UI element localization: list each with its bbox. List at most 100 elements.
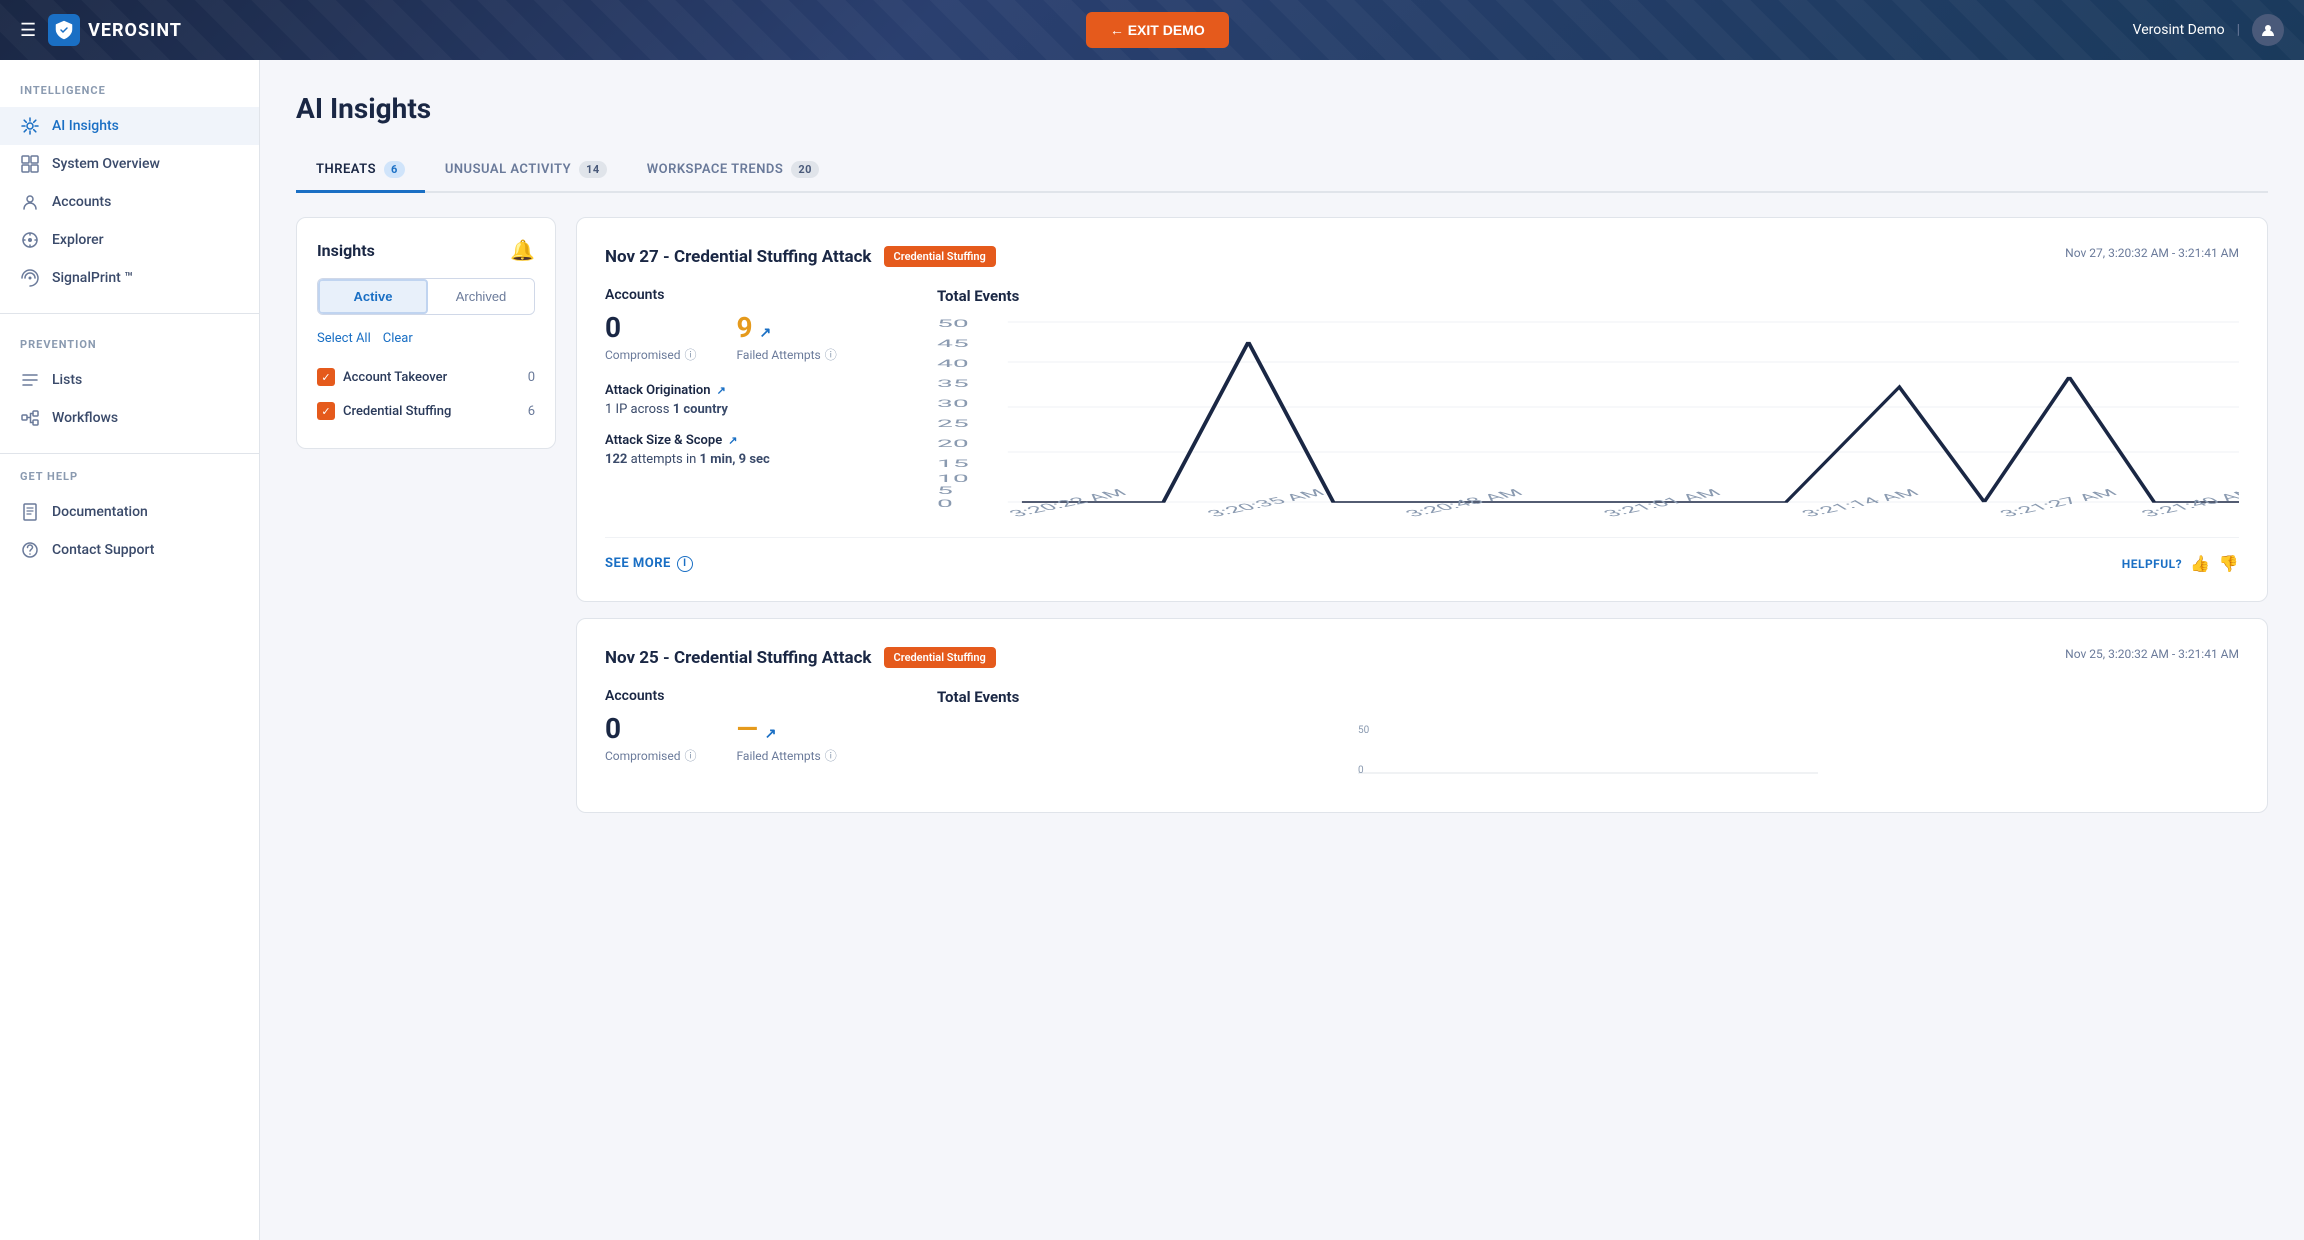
insights-panel: Insights 🔔 Active Archived Select All Cl… xyxy=(296,217,556,449)
total-events-chart: 50 45 40 35 30 25 20 15 10 xyxy=(937,317,2239,517)
attack-origination-ext-icon[interactable]: ↗ xyxy=(717,384,726,397)
helpful-label-1: HELPFUL? xyxy=(2122,557,2182,571)
failed-value: 9 ↗ xyxy=(737,311,837,344)
system-overview-icon xyxy=(20,155,40,173)
workflows-icon xyxy=(20,409,40,427)
user-avatar[interactable] xyxy=(2252,14,2284,46)
exit-demo-button[interactable]: ← EXIT DEMO xyxy=(1086,12,1229,48)
compromised-info-icon[interactable]: ⓘ xyxy=(684,346,696,363)
svg-text:0: 0 xyxy=(1358,765,1364,776)
accounts-label: Accounts xyxy=(52,194,111,210)
card-right-1: Total Events 50 45 40 35 30 xyxy=(937,287,2239,517)
svg-text:25: 25 xyxy=(937,418,969,430)
stat-row-2: 0 Compromised ⓘ — xyxy=(605,712,905,764)
toggle-archived-button[interactable]: Archived xyxy=(428,279,534,314)
topnav-left: ☰ VEROSINT xyxy=(20,14,182,46)
thumbs-up-button-1[interactable]: 👍 xyxy=(2190,554,2210,573)
attack-size-ext-icon[interactable]: ↗ xyxy=(728,434,737,447)
page-title: AI Insights xyxy=(296,92,2268,125)
signalprint-icon xyxy=(20,269,40,287)
checkbox-icon-1: ✓ xyxy=(317,368,335,386)
card-body-2: Accounts 0 Compromised ⓘ xyxy=(605,688,2239,784)
checkbox-icon-2: ✓ xyxy=(317,402,335,420)
compromised-value-2: 0 xyxy=(605,712,697,745)
tabs-row: THREATS 6 UNUSUAL ACTIVITY 14 WORKSPACE … xyxy=(296,149,2268,193)
sidebar-item-documentation[interactable]: Documentation xyxy=(0,493,259,531)
clear-link[interactable]: Clear xyxy=(383,331,413,346)
card-time-2: Nov 25, 3:20:32 AM - 3:21:41 AM xyxy=(2065,647,2239,661)
compromised-value: 0 xyxy=(605,311,697,344)
card-title-1: Nov 27 - Credential Stuffing Attack xyxy=(605,247,872,267)
attack-origination-label: Attack Origination ↗ xyxy=(605,383,905,398)
compromised-info-icon-2[interactable]: ⓘ xyxy=(684,747,696,764)
card-body-1: Accounts 0 Compromised ⓘ xyxy=(605,287,2239,517)
thumbs-down-button-1[interactable]: 👎 xyxy=(2219,554,2239,573)
sidebar-item-signalprint[interactable]: SignalPrint ™ xyxy=(0,259,259,297)
failed-value-2: — ↗ xyxy=(737,712,837,745)
bell-icon[interactable]: 🔔 xyxy=(510,238,535,262)
hamburger-icon[interactable]: ☰ xyxy=(20,20,36,41)
insights-header: Insights 🔔 xyxy=(317,238,535,262)
attack-size-label: Attack Size & Scope ↗ xyxy=(605,433,905,448)
svg-text:0: 0 xyxy=(937,498,953,510)
checkbox-credential-stuffing[interactable]: ✓ Credential Stuffing 6 xyxy=(317,394,535,428)
tab-threats-badge: 6 xyxy=(384,161,405,178)
accounts-stat-label: Accounts xyxy=(605,287,905,303)
logo: VEROSINT xyxy=(48,14,182,46)
tab-workspace-label: WORKSPACE TRENDS xyxy=(647,162,784,177)
select-all-link[interactable]: Select All xyxy=(317,331,371,346)
failed-attempts-stat: 9 ↗ Failed Attempts ⓘ xyxy=(737,311,837,363)
chart-container-1: 50 45 40 35 30 25 20 15 10 xyxy=(937,317,2239,517)
sidebar-item-accounts[interactable]: Accounts xyxy=(0,183,259,221)
svg-text:35: 35 xyxy=(937,378,969,390)
card-title-2: Nov 25 - Credential Stuffing Attack xyxy=(605,648,872,668)
toggle-active-button[interactable]: Active xyxy=(318,279,428,314)
failed-label-2: Failed Attempts ⓘ xyxy=(737,747,837,764)
compromised-label-2: Compromised ⓘ xyxy=(605,747,697,764)
checkbox-account-takeover[interactable]: ✓ Account Takeover 0 xyxy=(317,360,535,394)
card-header-2: Nov 25 - Credential Stuffing Attack Cred… xyxy=(605,647,2239,668)
compromised-stat: 0 Compromised ⓘ xyxy=(605,311,697,363)
tab-unusual-label: UNUSUAL ACTIVITY xyxy=(445,162,571,177)
card-time-1: Nov 27, 3:20:32 AM - 3:21:41 AM xyxy=(2065,246,2239,260)
insight-card-1: Nov 27 - Credential Stuffing Attack Cred… xyxy=(576,217,2268,602)
logo-shield-icon xyxy=(48,14,80,46)
checkbox-count-2: 6 xyxy=(528,404,535,419)
card-header-1: Nov 27 - Credential Stuffing Attack Cred… xyxy=(605,246,2239,267)
sidebar-item-lists[interactable]: Lists xyxy=(0,361,259,399)
lists-label: Lists xyxy=(52,372,82,388)
lists-icon xyxy=(20,371,40,389)
tab-unusual-badge: 14 xyxy=(579,161,607,178)
insight-card-2: Nov 25 - Credential Stuffing Attack Cred… xyxy=(576,618,2268,813)
tab-workspace-trends[interactable]: WORKSPACE TRENDS 20 xyxy=(627,149,839,193)
tab-unusual-activity[interactable]: UNUSUAL ACTIVITY 14 xyxy=(425,149,627,193)
explorer-label: Explorer xyxy=(52,232,104,248)
checkbox-label-2: Credential Stuffing xyxy=(343,404,451,419)
sidebar-item-explorer[interactable]: Explorer xyxy=(0,221,259,259)
ai-insights-label: AI Insights xyxy=(52,118,119,134)
see-more-label-1: SEE MORE xyxy=(605,556,671,571)
sidebar-divider-1 xyxy=(0,313,259,314)
stat-row-1: 0 Compromised ⓘ 9 xyxy=(605,311,905,363)
logo-text: VEROSINT xyxy=(88,20,182,41)
failed-ext-link-icon[interactable]: ↗ xyxy=(760,325,772,341)
checkbox-left-1: ✓ Account Takeover xyxy=(317,368,447,386)
svg-text:10: 10 xyxy=(937,473,969,485)
sidebar-item-workflows[interactable]: Workflows xyxy=(0,399,259,437)
tab-threats[interactable]: THREATS 6 xyxy=(296,149,425,193)
failed-info-icon-2[interactable]: ⓘ xyxy=(825,747,837,764)
failed-ext-link-icon-2[interactable]: ↗ xyxy=(765,726,777,742)
svg-text:5: 5 xyxy=(937,485,953,497)
toggle-group: Active Archived xyxy=(317,278,535,315)
failed-info-icon[interactable]: ⓘ xyxy=(825,346,837,363)
sidebar-item-contact-support[interactable]: Contact Support xyxy=(0,531,259,569)
see-more-button-1[interactable]: SEE MORE i xyxy=(605,556,693,572)
svg-text:50: 50 xyxy=(1358,725,1370,736)
compromised-label: Compromised ⓘ xyxy=(605,346,697,363)
attack-origination-section: Attack Origination ↗ 1 IP across 1 count… xyxy=(605,383,905,417)
card-footer-1: SEE MORE i HELPFUL? 👍 👎 xyxy=(605,537,2239,573)
sidebar-item-ai-insights[interactable]: AI Insights xyxy=(0,107,259,145)
svg-text:20: 20 xyxy=(937,438,969,450)
sidebar-item-system-overview[interactable]: System Overview xyxy=(0,145,259,183)
content-area: AI Insights THREATS 6 UNUSUAL ACTIVITY 1… xyxy=(260,60,2304,1240)
